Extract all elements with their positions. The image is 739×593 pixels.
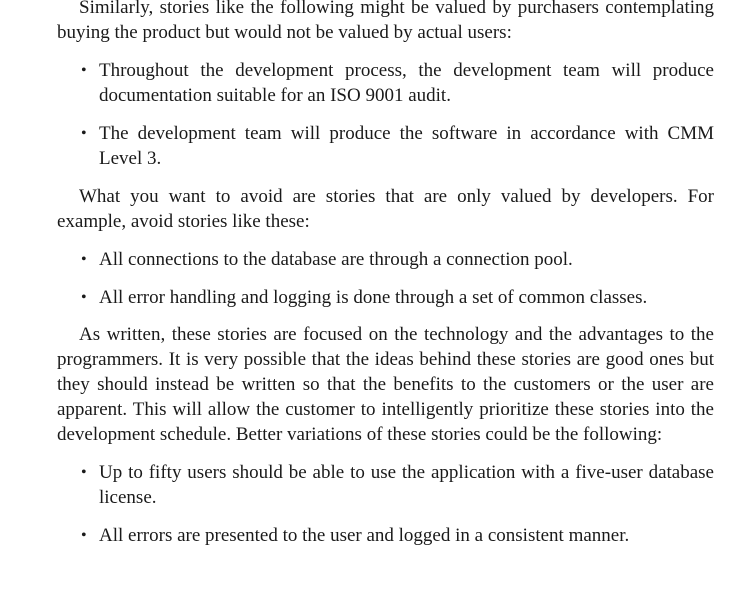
paragraph-better-variations: As written, these stories are focused on…: [57, 324, 714, 445]
bullet-icon: •: [81, 125, 87, 142]
list-item-text: All error handling and logging is done t…: [99, 287, 648, 308]
list-item: • All errors are presented to the user a…: [57, 523, 714, 548]
list-item-text: Throughout the development process, the …: [99, 60, 714, 106]
list-item-text: Up to fifty users should be able to use …: [99, 462, 714, 508]
list-item-text: The development team will produce the so…: [99, 123, 714, 169]
list-item-text: All connections to the database are thro…: [99, 249, 573, 270]
better-stories-list: • Up to fifty users should be able to us…: [57, 460, 714, 548]
list-item: • Throughout the development process, th…: [57, 58, 714, 108]
list-item: • All error handling and logging is done…: [57, 285, 714, 310]
list-item: • The development team will produce the …: [57, 121, 714, 171]
paragraph-developer-intro: What you want to avoid are stories that …: [57, 186, 714, 232]
list-item-text: All errors are presented to the user and…: [99, 525, 630, 546]
paragraph-purchaser-intro: Similarly, stories like the following mi…: [57, 0, 714, 43]
bullet-icon: •: [81, 289, 87, 306]
bullet-icon: •: [81, 62, 87, 79]
list-item: • Up to fifty users should be able to us…: [57, 460, 714, 510]
developer-stories-list: • All connections to the database are th…: [57, 247, 714, 310]
list-item: • All connections to the database are th…: [57, 247, 714, 272]
purchaser-stories-list: • Throughout the development process, th…: [57, 58, 714, 171]
bullet-icon: •: [81, 527, 87, 544]
bullet-icon: •: [81, 251, 87, 268]
document-page: Similarly, stories like the following mi…: [57, 0, 714, 548]
bullet-icon: •: [81, 464, 87, 481]
